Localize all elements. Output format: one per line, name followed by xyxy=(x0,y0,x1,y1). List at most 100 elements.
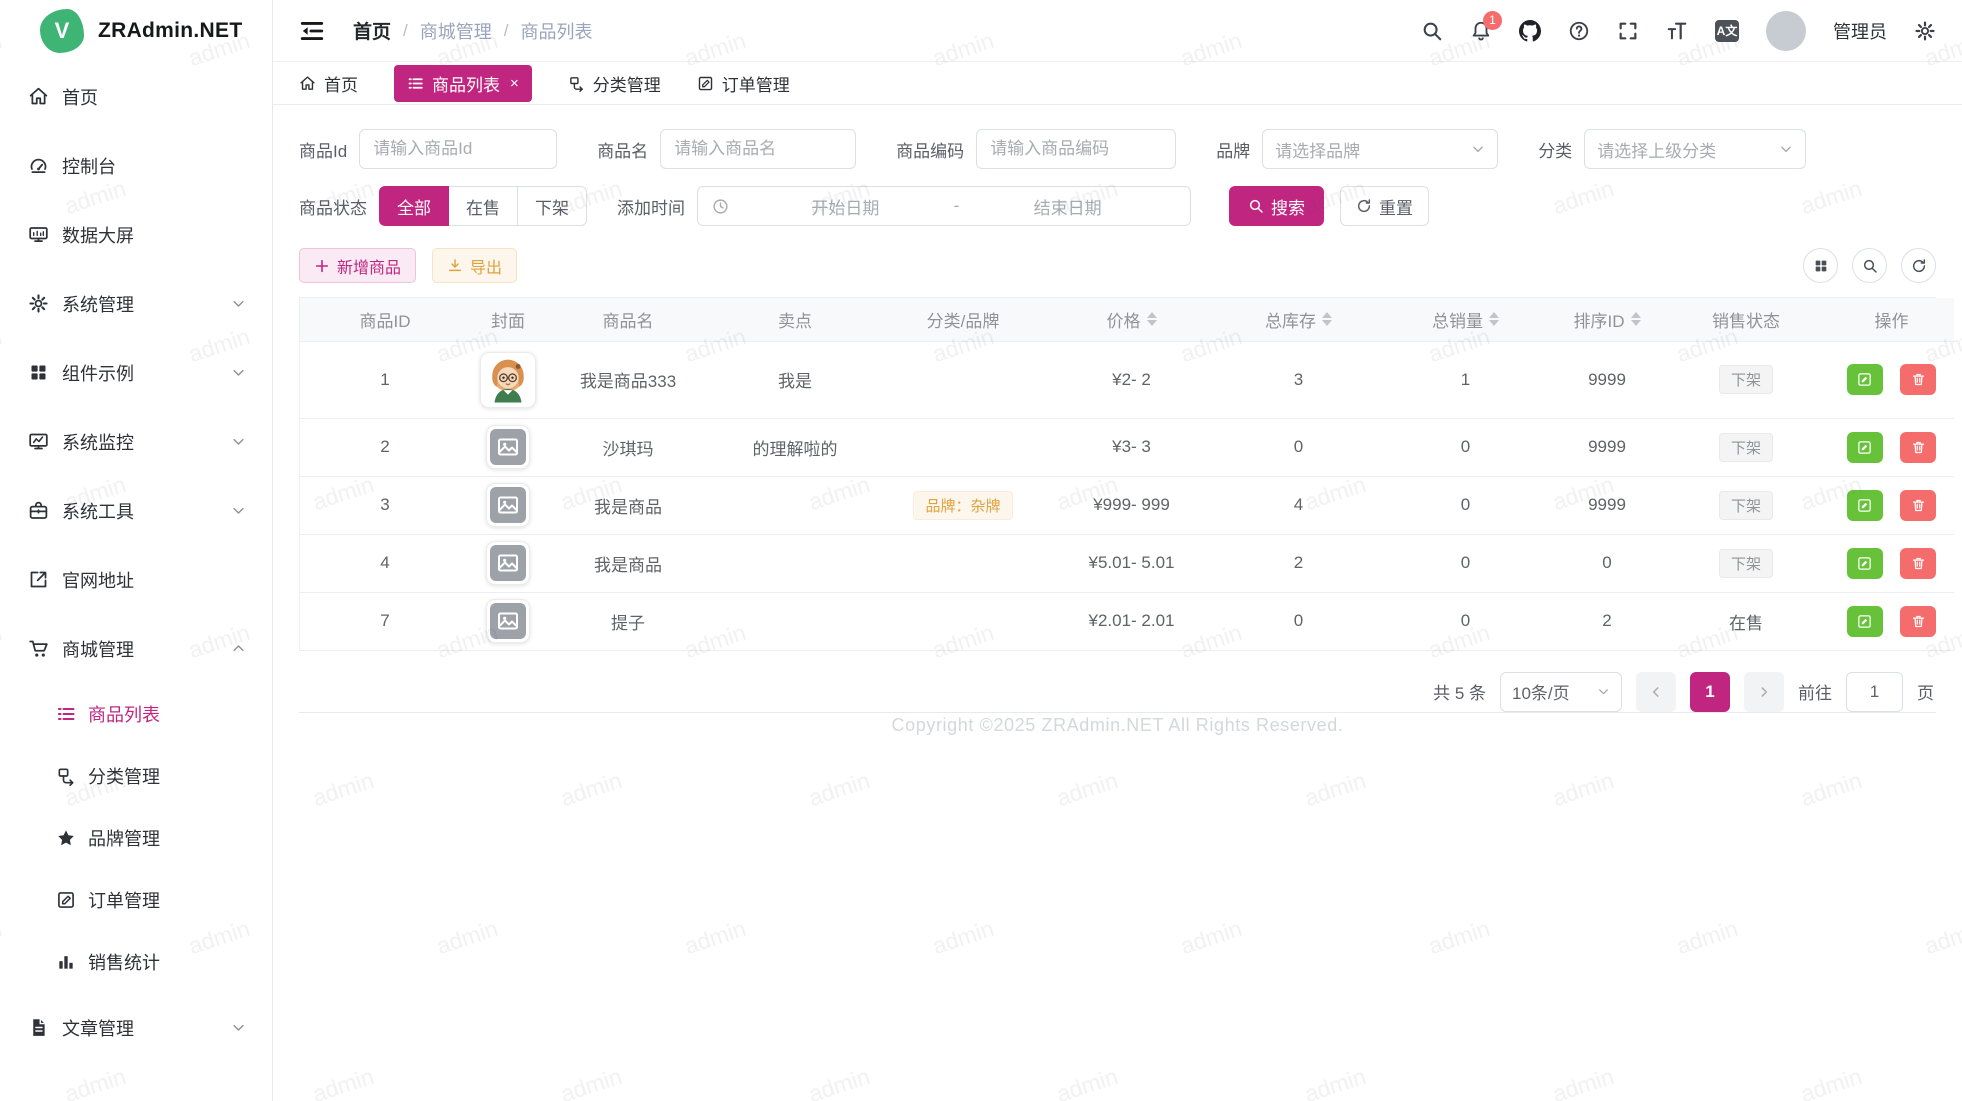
date-end-placeholder[interactable]: 结束日期 xyxy=(959,194,1176,219)
breadcrumb-home[interactable]: 首页 xyxy=(353,17,391,44)
font-size-icon[interactable] xyxy=(1666,20,1688,42)
sidebar-item-orders[interactable]: 订单管理 xyxy=(0,869,272,931)
brand-select[interactable]: 请选择品牌 xyxy=(1262,129,1498,169)
cell-id: 1 xyxy=(300,341,470,418)
close-icon[interactable]: × xyxy=(510,75,519,92)
add-product-button[interactable]: 新增商品 xyxy=(299,248,416,283)
delete-button[interactable] xyxy=(1900,606,1936,637)
cover-image[interactable] xyxy=(486,599,530,643)
field-label: 商品Id xyxy=(299,137,347,162)
col-label: 总销量 xyxy=(1432,307,1483,332)
tag-view-bar: 首页 商品列表 × 分类管理 订单管理 xyxy=(273,62,1962,105)
edit-button[interactable] xyxy=(1847,432,1883,463)
table-row: 3 我是商品 品牌：杂牌 ¥999- 999 4 0 9999 下架 xyxy=(300,476,1954,534)
chevron-down-icon xyxy=(1779,142,1793,156)
status-option-offshelf[interactable]: 下架 xyxy=(518,186,587,226)
product-code-input[interactable] xyxy=(976,129,1176,169)
col-sort-id-sortable[interactable]: 排序ID xyxy=(1551,298,1663,341)
settings-gear-icon[interactable] xyxy=(1914,20,1936,42)
page-number-current[interactable]: 1 xyxy=(1690,672,1730,712)
product-id-input[interactable] xyxy=(359,129,557,169)
sort-asc-icon[interactable] xyxy=(1489,312,1499,318)
col-sales-sortable[interactable]: 总销量 xyxy=(1380,298,1551,341)
cell-selling-point xyxy=(710,592,880,650)
sidebar-item-home[interactable]: 首页 xyxy=(0,62,272,131)
search-button[interactable]: 搜索 xyxy=(1229,186,1324,226)
sidebar-item-brand[interactable]: 品牌管理 xyxy=(0,807,272,869)
sidebar-item-mall[interactable]: 商城管理 xyxy=(0,614,272,683)
help-icon[interactable] xyxy=(1568,20,1590,42)
refresh-table-icon[interactable] xyxy=(1901,248,1936,283)
page-size-select[interactable]: 10条/页 xyxy=(1500,672,1622,712)
table-view-controls xyxy=(1803,248,1936,283)
col-name: 商品名 xyxy=(546,298,710,341)
status-text: 在售 xyxy=(1729,614,1763,633)
goto-page-input[interactable] xyxy=(1846,672,1903,712)
next-page-button[interactable] xyxy=(1744,672,1784,712)
cover-image[interactable] xyxy=(480,352,536,408)
sort-desc-icon[interactable] xyxy=(1322,320,1332,326)
card-view-toggle-icon[interactable] xyxy=(1803,248,1838,283)
cover-image[interactable] xyxy=(486,425,530,469)
sidebar-item-console[interactable]: 控制台 xyxy=(0,131,272,200)
product-name-input[interactable] xyxy=(660,129,856,169)
cell-brand xyxy=(880,534,1046,592)
sort-desc-icon[interactable] xyxy=(1147,320,1157,326)
edit-button[interactable] xyxy=(1847,364,1883,395)
sidebar-fold-icon[interactable] xyxy=(299,18,325,44)
brand-logo[interactable]: V ZRAdmin.NET xyxy=(0,0,272,62)
sidebar-item-product-list[interactable]: 商品列表 xyxy=(0,683,272,745)
reset-button[interactable]: 重置 xyxy=(1340,186,1429,226)
delete-button[interactable] xyxy=(1900,364,1936,395)
status-option-all[interactable]: 全部 xyxy=(379,186,449,226)
date-start-placeholder[interactable]: 开始日期 xyxy=(737,194,954,219)
delete-button[interactable] xyxy=(1900,548,1936,579)
monitor-icon xyxy=(28,431,49,452)
sort-asc-icon[interactable] xyxy=(1322,312,1332,318)
sidebar-item-components[interactable]: 组件示例 xyxy=(0,338,272,407)
github-icon[interactable] xyxy=(1519,20,1541,42)
sort-desc-icon[interactable] xyxy=(1489,320,1499,326)
language-icon[interactable]: A文 xyxy=(1715,20,1739,42)
delete-button[interactable] xyxy=(1900,432,1936,463)
sort-asc-icon[interactable] xyxy=(1631,312,1641,318)
breadcrumb-mall[interactable]: 商城管理 xyxy=(420,18,492,44)
sidebar-item-label: 官网地址 xyxy=(62,567,134,593)
sidebar-item-category[interactable]: 分类管理 xyxy=(0,745,272,807)
sidebar-item-sales-stats[interactable]: 销售统计 xyxy=(0,931,272,993)
search-icon[interactable] xyxy=(1421,20,1443,42)
prev-page-button[interactable] xyxy=(1636,672,1676,712)
edit-button[interactable] xyxy=(1847,490,1883,521)
fullscreen-icon[interactable] xyxy=(1617,20,1639,42)
category-select[interactable]: 请选择上级分类 xyxy=(1584,129,1806,169)
sidebar-item-monitor[interactable]: 系统监控 xyxy=(0,407,272,476)
tab-product-list[interactable]: 商品列表 × xyxy=(394,65,532,102)
date-range-picker[interactable]: 开始日期 - 结束日期 xyxy=(697,186,1191,226)
cover-image[interactable] xyxy=(486,483,530,527)
avatar[interactable] xyxy=(1766,11,1806,51)
sidebar-item-label: 数据大屏 xyxy=(62,222,134,248)
sidebar-item-system[interactable]: 系统管理 xyxy=(0,269,272,338)
sidebar-item-datascreen[interactable]: 数据大屏 xyxy=(0,200,272,269)
sidebar-item-tools[interactable]: 系统工具 xyxy=(0,476,272,545)
table-header-row: 商品ID 封面 商品名 卖点 分类/品牌 价格 总库存 总销量 排序ID 销售状… xyxy=(300,298,1954,341)
sort-asc-icon[interactable] xyxy=(1147,312,1157,318)
col-price-sortable[interactable]: 价格 xyxy=(1046,298,1217,341)
show-search-toggle-icon[interactable] xyxy=(1852,248,1887,283)
field-label: 添加时间 xyxy=(617,194,685,219)
tab-orders[interactable]: 订单管理 xyxy=(697,71,790,96)
delete-button[interactable] xyxy=(1900,490,1936,521)
edit-button[interactable] xyxy=(1847,548,1883,579)
status-option-onsale[interactable]: 在售 xyxy=(449,186,518,226)
sidebar-item-label: 系统管理 xyxy=(62,291,134,317)
sidebar-item-articles[interactable]: 文章管理 xyxy=(0,993,272,1062)
tab-home[interactable]: 首页 xyxy=(299,71,358,96)
notification-bell-icon[interactable]: 1 xyxy=(1470,20,1492,42)
tab-category[interactable]: 分类管理 xyxy=(568,71,661,96)
sort-desc-icon[interactable] xyxy=(1631,320,1641,326)
sidebar-item-website[interactable]: 官网地址 xyxy=(0,545,272,614)
export-button[interactable]: 导出 xyxy=(432,248,517,283)
cover-image[interactable] xyxy=(486,541,530,585)
edit-button[interactable] xyxy=(1847,606,1883,637)
col-stock-sortable[interactable]: 总库存 xyxy=(1217,298,1380,341)
